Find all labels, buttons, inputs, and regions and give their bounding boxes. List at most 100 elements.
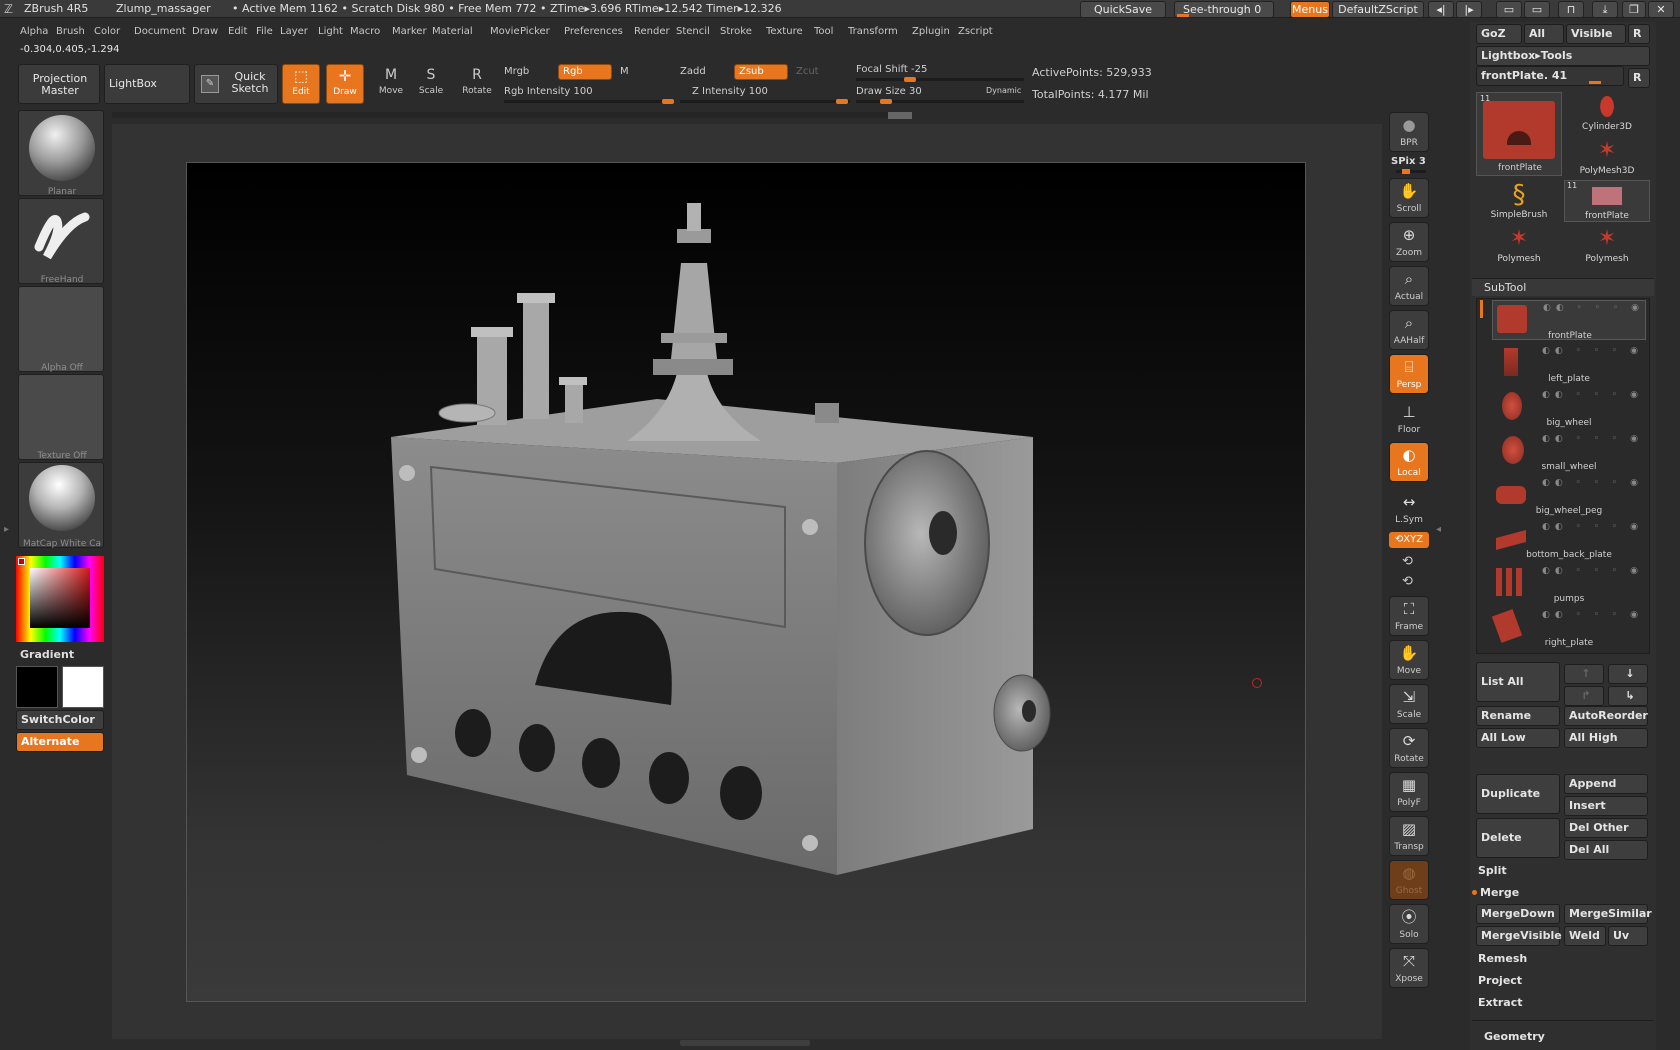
append-button[interactable]: Append (1564, 774, 1648, 794)
menu-stencil[interactable]: Stencil (676, 26, 710, 37)
autoreorder-button[interactable]: AutoReorder (1564, 706, 1648, 726)
menu-alpha[interactable]: Alpha (20, 26, 48, 37)
edit-mode-button[interactable]: ⬚ Edit (282, 64, 320, 104)
default-zscript-button[interactable]: DefaultZScript (1332, 1, 1424, 18)
subtool-visibility-icons[interactable]: ◐◐ ◦ ◦ ◦ ◉ (1542, 522, 1643, 532)
menu-marker[interactable]: Marker (392, 26, 427, 37)
subtool-scrollbar[interactable] (1480, 300, 1483, 318)
see-through-knob[interactable] (1177, 14, 1189, 17)
menu-material[interactable]: Material (432, 26, 473, 37)
geometry-section[interactable]: Geometry (1484, 1030, 1545, 1043)
all-high-button[interactable]: All High (1564, 728, 1648, 748)
current-tool-knob[interactable] (1589, 81, 1601, 84)
color-saturation-square[interactable] (30, 568, 90, 628)
menu-color[interactable]: Color (94, 26, 120, 37)
tool-frontplate[interactable]: 11 frontPlate (1564, 180, 1650, 222)
maximize-icon[interactable]: ❐ (1622, 1, 1646, 18)
local-button[interactable]: ◐ Local (1389, 442, 1429, 482)
mergesimilar-button[interactable]: MergeSimilar (1564, 904, 1652, 924)
rgb-intensity-slider[interactable] (504, 100, 674, 103)
z-intensity-knob[interactable] (836, 99, 848, 104)
subtool-visibility-icons[interactable]: ◐◐ ◦ ◦ ◦ ◉ (1542, 434, 1643, 444)
tool-polymesh-2[interactable]: ✶ Polymesh (1564, 224, 1650, 266)
subtool-row-small-wheel[interactable]: ◐◐ ◦ ◦ ◦ ◉ small_wheel (1492, 432, 1646, 472)
frame-button[interactable]: ⛶ Frame (1389, 596, 1429, 636)
insert-button[interactable]: Insert (1564, 796, 1648, 816)
stroke-selector[interactable]: FreeHand (18, 198, 104, 285)
goz-r-button[interactable]: R (1628, 24, 1650, 44)
spix-knob[interactable] (1402, 169, 1410, 174)
menu-brush[interactable]: Brush (56, 26, 85, 37)
color-picker-marker[interactable] (18, 558, 25, 565)
subtool-row-pumps[interactable]: ◐◐ ◦ ◦ ◦ ◉ pumps (1492, 564, 1646, 604)
menu-tool[interactable]: Tool (814, 26, 833, 37)
extract-section[interactable]: Extract (1478, 996, 1523, 1009)
dynamic-toggle[interactable]: Dynamic (986, 86, 1021, 95)
duplicate-button[interactable]: Duplicate (1476, 774, 1560, 814)
transp-button[interactable]: ▨ Transp (1389, 816, 1429, 856)
draw-mode-button[interactable]: ✛ Draw (326, 64, 364, 104)
lsym-button[interactable]: ↔ L.Sym (1389, 490, 1429, 530)
move-up-icon[interactable]: ↑ (1564, 664, 1604, 684)
solo-button[interactable]: ⦿ Solo (1389, 904, 1429, 944)
del-other-button[interactable]: Del Other (1564, 818, 1648, 838)
rename-button[interactable]: Rename (1476, 706, 1560, 726)
persp-button[interactable]: ⌸ Persp (1389, 354, 1429, 394)
tool-thumb-frontplate-active[interactable]: 11 frontPlate (1476, 92, 1562, 176)
move-down-alt-icon[interactable]: ↳ (1608, 686, 1648, 706)
gradient-label[interactable]: Gradient (20, 648, 74, 661)
mergevisible-button[interactable]: MergeVisible (1476, 926, 1562, 946)
m-toggle[interactable]: M (620, 66, 629, 77)
projection-master-button[interactable]: Projection Master (18, 64, 100, 104)
menu-macro[interactable]: Macro (350, 26, 380, 37)
goz-visible-button[interactable]: Visible (1566, 24, 1626, 44)
subtool-visibility-icons[interactable]: ◐◐ ◦ ◦ ◦ ◉ (1542, 566, 1643, 576)
floor-button[interactable]: ⊥ Floor (1389, 400, 1429, 440)
project-section[interactable]: Project (1478, 974, 1522, 987)
menu-stroke[interactable]: Stroke (720, 26, 752, 37)
quicksave-button[interactable]: QuickSave (1080, 1, 1166, 18)
massager-model[interactable] (187, 163, 1307, 1003)
move-mode-button[interactable]: M Move (372, 64, 410, 104)
lock-icon[interactable]: ⊓ (1558, 1, 1584, 18)
right-collapse-icon[interactable]: ◂ (1436, 524, 1441, 535)
alternate-button[interactable]: Alternate (16, 732, 104, 752)
spix-label[interactable]: SPix 3 (1391, 156, 1426, 167)
z-rotation-icon[interactable]: ⟲ (1402, 574, 1413, 589)
tool-r-button[interactable]: R (1628, 68, 1650, 88)
delete-button[interactable]: Delete (1476, 818, 1560, 858)
close-icon[interactable]: ✕ (1648, 1, 1674, 18)
subtool-visibility-icons[interactable]: ◐◐ ◦ ◦ ◦ ◉ (1542, 478, 1643, 488)
all-low-button[interactable]: All Low (1476, 728, 1560, 748)
subtool-row-big-wheel-peg[interactable]: ◐◐ ◦ ◦ ◦ ◉ big_wheel_peg (1492, 476, 1646, 516)
switch-color-button[interactable]: SwitchColor (16, 710, 104, 730)
bottom-shelf-handle[interactable] (680, 1040, 810, 1046)
menu-layer[interactable]: Layer (280, 26, 308, 37)
menu-document[interactable]: Document (134, 26, 186, 37)
move-up-alt-icon[interactable]: ↱ (1564, 686, 1604, 706)
subtool-row-left-plate[interactable]: ◐◐ ◦ ◦ ◦ ◉ left_plate (1492, 344, 1646, 384)
mrgb-toggle[interactable]: Mrgb (504, 66, 529, 77)
uv-button[interactable]: Uv (1608, 926, 1648, 946)
menu-draw[interactable]: Draw (192, 26, 218, 37)
layout-1-icon[interactable]: ▭ (1496, 1, 1522, 18)
menu-render[interactable]: Render (634, 26, 670, 37)
focal-shift-knob[interactable] (904, 77, 916, 82)
see-through-slider[interactable]: See-through 0 (1174, 1, 1274, 18)
z-intensity-slider[interactable] (680, 100, 850, 103)
main-color-swatch[interactable] (62, 666, 104, 708)
menu-zplugin[interactable]: Zplugin (912, 26, 950, 37)
scale-mode-button[interactable]: S Scale (412, 64, 450, 104)
shelf-handle[interactable] (888, 112, 912, 119)
alpha-selector[interactable]: Alpha Off (18, 286, 104, 373)
menu-transform[interactable]: Transform (848, 26, 898, 37)
lightbox-button[interactable]: LightBox (104, 64, 190, 104)
dock-move-button[interactable]: ✋ Move (1389, 640, 1429, 680)
move-down-icon[interactable]: ↓ (1608, 664, 1648, 684)
subtool-row-big-wheel[interactable]: ◐◐ ◦ ◦ ◦ ◉ big_wheel (1492, 388, 1646, 428)
subtool-row-frontplate[interactable]: ◐◐ ◦ ◦ ◦ ◉ frontPlate (1492, 300, 1646, 341)
shrink-left-icon[interactable]: ◂| (1428, 1, 1454, 18)
xyz-rotation-button[interactable]: ⟲XYZ (1389, 532, 1429, 548)
subtool-visibility-icons[interactable]: ◐◐ ◦ ◦ ◦ ◉ (1542, 346, 1643, 356)
menu-movie[interactable]: Movie (490, 26, 520, 37)
